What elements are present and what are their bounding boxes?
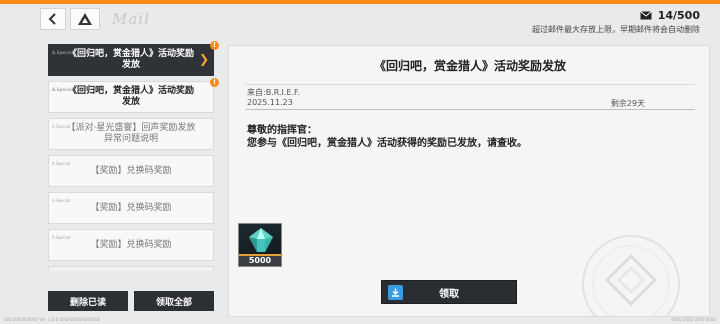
list-item[interactable]: A.Special 【奖励】兑换码奖励 — [48, 229, 214, 261]
mail-title: 《回归吧，赏金猎人》活动奖励发放 — [373, 58, 566, 73]
mail-count-text: 14/500 — [657, 9, 700, 22]
mail-tag: A.Special — [52, 87, 73, 92]
title-divider — [245, 84, 695, 85]
download-icon — [388, 285, 403, 300]
list-item[interactable]: A.Special 《回归吧，赏金猎人》活动奖励发放 ! — [48, 78, 219, 113]
mail-expiry: 剩余29天 — [610, 99, 645, 108]
unread-badge: ! — [210, 78, 219, 87]
list-item[interactable]: A.Special 【奖励】兑换码奖励 — [48, 155, 214, 187]
list-item[interactable]: A.Special 《回归吧，赏金猎人》活动奖励发放 ❯ ! — [48, 41, 219, 76]
envelope-icon — [639, 11, 652, 20]
mail-item-title: 【奖励】兑换码奖励 — [90, 165, 172, 176]
list-item[interactable]: A.Special 【奖励】兑换码奖励 — [48, 192, 214, 224]
mail-tag: A.Special — [52, 161, 71, 166]
top-accent-bar — [0, 0, 720, 4]
mail-list: A.Special 《回归吧，赏金猎人》活动奖励发放 ❯ ! A.Special… — [48, 41, 219, 271]
mail-sender: 来自:B.R.I.E.F. — [247, 88, 300, 97]
claim-all-button[interactable]: 领取全部 — [134, 291, 214, 311]
footer-version: UID:0000000000 Ver. 1.0.0 00000000000000… — [4, 317, 101, 322]
mail-item-title: 【派对·星光盛宴】回声奖励发放异常问题说明 — [66, 123, 196, 144]
reward-item[interactable]: 5000 — [238, 223, 282, 267]
chevron-right-icon: ❯ — [198, 52, 209, 66]
mail-tag: A.Special — [52, 198, 71, 203]
delete-read-button[interactable]: 删除已读 — [48, 291, 128, 311]
crystal-gem-icon — [249, 228, 273, 252]
mail-detail-panel: 《回归吧，赏金猎人》活动奖励发放 来自:B.R.I.E.F. 2025.11.2… — [228, 45, 710, 317]
unread-badge: ! — [210, 41, 219, 50]
mail-limit-note: 超过邮件最大存放上限，早期邮件将会自动删除 — [532, 25, 700, 34]
logo-script: Mail — [112, 10, 150, 28]
footer-code: 0000 0000 0000 0000 — [671, 317, 716, 322]
back-button[interactable] — [40, 8, 66, 30]
header-divider — [245, 109, 695, 110]
mail-item-title: 《回归吧，赏金猎人》活动奖励发放 — [67, 86, 194, 107]
chevron-left-icon — [48, 13, 56, 25]
home-button[interactable] — [70, 8, 100, 30]
triangle-home-icon — [78, 13, 92, 25]
list-item[interactable]: A.Special 【派对·星光盛宴】回声奖励发放异常问题说明 — [48, 118, 214, 150]
mail-body: 您参与《回归吧，赏金猎人》活动获得的奖励已发放，请查收。 — [247, 138, 527, 149]
list-scroll-edge — [48, 266, 214, 271]
claim-button-label: 领取 — [439, 288, 459, 300]
watermark-stamp-icon — [582, 235, 680, 316]
mail-tag: A.Special — [52, 235, 71, 240]
mail-item-title: 【奖励】兑换码奖励 — [90, 202, 172, 213]
mail-count: 14/500 — [639, 9, 700, 22]
claim-button[interactable]: 领取 — [381, 280, 517, 304]
mail-item-title: 【奖励】兑换码奖励 — [90, 239, 172, 250]
mail-date: 2025.11.23 — [247, 98, 293, 107]
mail-item-title: 《回归吧，赏金猎人》活动奖励发放 — [67, 49, 194, 70]
mail-tag: A.Special — [52, 124, 71, 129]
reward-quantity: 5000 — [239, 254, 281, 266]
mail-tag: A.Special — [52, 50, 73, 55]
